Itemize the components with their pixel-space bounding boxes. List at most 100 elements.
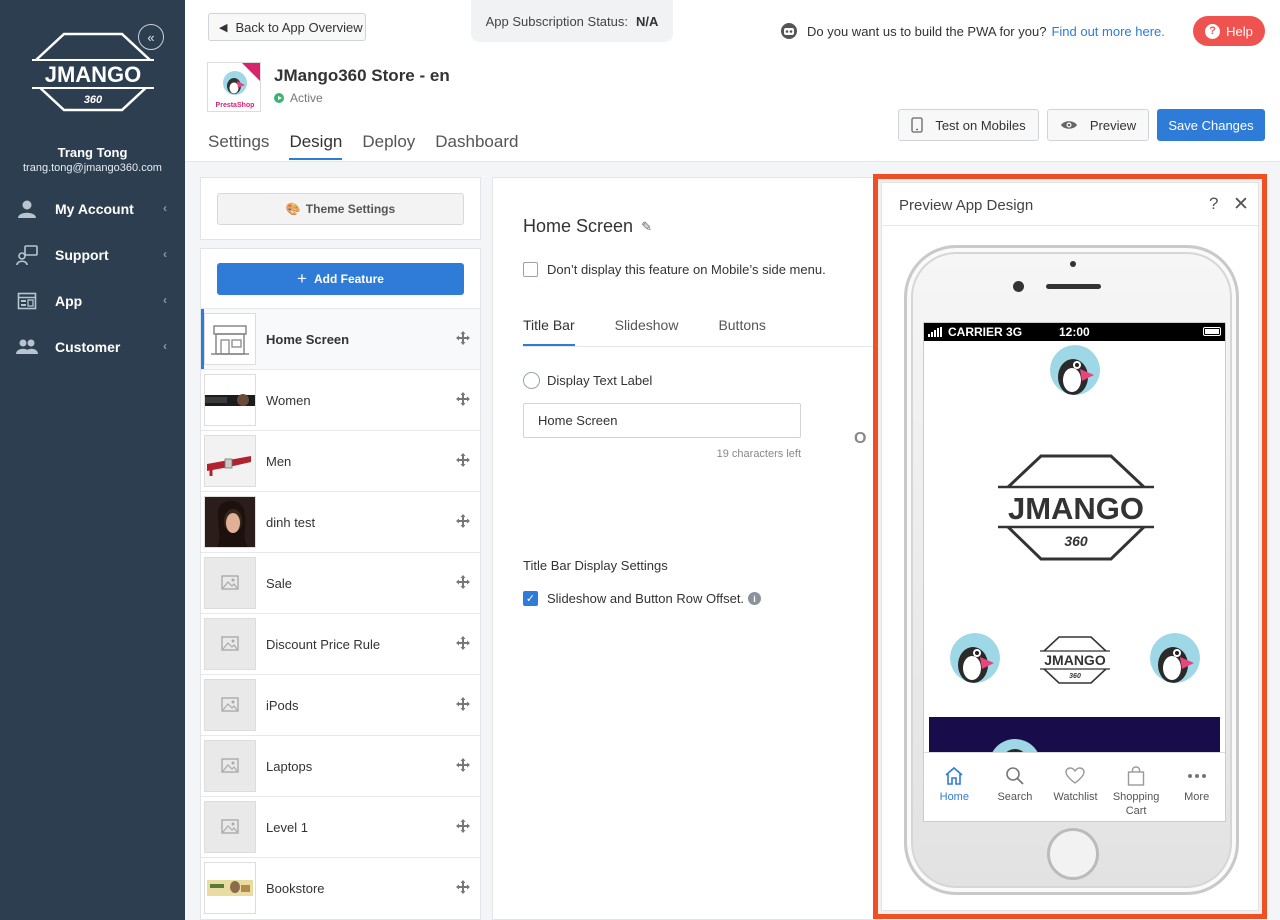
theme-panel: 🎨 Theme Settings — [200, 177, 481, 240]
feature-item-label: Laptops — [266, 758, 313, 774]
drag-handle-icon[interactable] — [456, 514, 470, 528]
feature-item-home-screen[interactable]: Home Screen — [201, 308, 480, 370]
preview-panel: Preview App Design ? ✕ CARRIER 3G 12:00 — [881, 182, 1259, 911]
preview-header: Preview App Design ? ✕ — [882, 183, 1258, 226]
help-button[interactable]: ? Help — [1193, 16, 1265, 46]
drag-handle-icon[interactable] — [456, 331, 470, 345]
drag-handle-icon[interactable] — [456, 819, 470, 833]
feature-item-sale[interactable]: Sale — [201, 552, 480, 613]
sidebar-item-customer[interactable]: Customer ‹ — [0, 324, 185, 370]
search-icon — [1004, 765, 1026, 787]
offset-option[interactable]: ✓ Slideshow and Button Row Offset. i — [523, 591, 762, 606]
hidden-content-peek: O — [854, 430, 867, 447]
hide-side-menu-option[interactable]: Don’t display this feature on Mobile’s s… — [523, 262, 826, 277]
display-text-label-option[interactable]: Display Text Label — [523, 372, 652, 389]
feature-item-men[interactable]: Men — [201, 430, 480, 491]
tab-title-bar[interactable]: Title Bar — [523, 317, 575, 346]
tab-settings[interactable]: Settings — [208, 132, 269, 160]
phone-nav-search[interactable]: Search — [985, 753, 1046, 821]
phone-nav-home[interactable]: Home — [924, 753, 985, 821]
feature-item-label: dinh test — [266, 514, 316, 530]
feature-item-label: Bookstore — [266, 880, 325, 896]
svg-text:PrestaShop: PrestaShop — [216, 102, 255, 109]
feature-item-bookstore[interactable]: Bookstore — [201, 857, 480, 918]
svg-text:JMANGO: JMANGO — [1008, 491, 1144, 526]
theme-settings-button[interactable]: 🎨 Theme Settings — [217, 193, 464, 225]
sidebar-item-label: App — [55, 293, 83, 309]
button-row-image — [1150, 633, 1200, 683]
add-feature-button[interactable]: + Add Feature — [217, 263, 464, 295]
user-name: Trang Tong — [57, 145, 128, 160]
jmango-logo: JMANGO 360 — [1039, 636, 1111, 684]
title-text-input[interactable] — [523, 403, 801, 438]
feature-thumbnail — [204, 435, 256, 487]
test-on-mobiles-button[interactable]: Test on Mobiles — [898, 109, 1039, 141]
customers-icon — [16, 336, 38, 358]
feature-item-ipods[interactable]: iPods — [201, 674, 480, 735]
preview-button[interactable]: Preview — [1047, 109, 1149, 141]
drag-handle-icon[interactable] — [456, 453, 470, 467]
jmango-logo: JMANGO 360 — [996, 454, 1156, 561]
app-header: ◀ Back to App Overview App Subscription … — [185, 0, 1280, 162]
drag-handle-icon[interactable] — [456, 880, 470, 894]
drag-handle-icon[interactable] — [456, 697, 470, 711]
feature-item-women[interactable]: Women — [201, 369, 480, 430]
pencil-icon[interactable]: ✎ — [641, 219, 652, 235]
help-icon[interactable]: ? — [1209, 194, 1218, 214]
phone-nav-more[interactable]: More — [1166, 753, 1225, 821]
chevron-left-icon: ‹ — [163, 201, 167, 215]
feature-item-label: Women — [266, 392, 311, 408]
drag-handle-icon[interactable] — [456, 575, 470, 589]
feature-list: Home Screen Women Men dinh test Sale Discount… — [201, 308, 480, 918]
sidebar-item-app[interactable]: App ‹ — [0, 278, 185, 324]
find-out-more-link[interactable]: Find out more here. — [1051, 24, 1164, 39]
drag-handle-icon[interactable] — [456, 392, 470, 406]
phone-nav-shopping-cart[interactable]: Shopping Cart — [1106, 753, 1167, 821]
sidebar-item-support[interactable]: Support ‹ — [0, 232, 185, 278]
question-icon: ? — [1205, 23, 1221, 39]
tab-design[interactable]: Design — [289, 132, 343, 160]
tab-dashboard[interactable]: Dashboard — [435, 132, 518, 160]
chevron-left-icon: ‹ — [163, 339, 167, 353]
plus-icon: + — [297, 269, 307, 288]
feature-thumbnail — [204, 679, 256, 731]
phone-sensor — [1070, 261, 1076, 267]
feature-item-level-1[interactable]: Level 1 — [201, 796, 480, 857]
phone-screen: CARRIER 3G 12:00 JMANGO 360 JMANGO 360 H… — [923, 322, 1226, 822]
feature-item-label: Sale — [266, 575, 293, 591]
back-to-app-overview-button[interactable]: ◀ Back to App Overview — [208, 13, 366, 41]
phone-camera — [1013, 281, 1024, 292]
sidebar-item-my-account[interactable]: My Account ‹ — [0, 186, 185, 232]
store-status: Active — [274, 91, 323, 105]
feature-item-discount-price-rule[interactable]: Discount Price Rule — [201, 613, 480, 674]
feature-item-laptops[interactable]: Laptops — [201, 735, 480, 796]
palette-icon: 🎨 — [285, 202, 301, 216]
drag-handle-icon[interactable] — [456, 636, 470, 650]
feature-list-panel: + Add Feature Home Screen Women Men dinh te… — [200, 248, 481, 920]
chevron-left-icon: ◀ — [219, 21, 228, 34]
robot-icon — [781, 23, 797, 39]
feature-item-label: Home Screen — [266, 331, 350, 347]
title-bar-display-settings-heading: Title Bar Display Settings — [523, 558, 668, 573]
feature-item-dinh-test[interactable]: dinh test — [201, 491, 480, 552]
sidebar: « JMANGO 360 Trang Tong trang.tong@jmang… — [0, 0, 185, 920]
tab-deploy[interactable]: Deploy — [362, 132, 415, 160]
save-changes-button[interactable]: Save Changes — [1157, 109, 1265, 141]
chevron-left-icon: ‹ — [163, 293, 167, 307]
drag-handle-icon[interactable] — [456, 758, 470, 772]
tab-buttons[interactable]: Buttons — [718, 317, 765, 346]
close-icon[interactable]: ✕ — [1233, 193, 1249, 216]
feature-item-label: Level 1 — [266, 819, 308, 835]
tab-slideshow[interactable]: Slideshow — [615, 317, 679, 346]
user-icon — [16, 198, 38, 220]
offset-checkbox[interactable]: ✓ — [523, 591, 538, 606]
jmango-logo: JMANGO 360 — [32, 32, 154, 112]
button-row-image — [950, 633, 1000, 683]
mobile-icon — [911, 117, 923, 133]
display-text-label-radio[interactable] — [523, 372, 540, 389]
hide-side-menu-checkbox[interactable] — [523, 262, 538, 277]
info-icon[interactable]: i — [748, 592, 762, 605]
play-status-icon — [274, 93, 284, 103]
phone-home-button — [1047, 828, 1099, 880]
phone-nav-watchlist[interactable]: Watchlist — [1045, 753, 1106, 821]
